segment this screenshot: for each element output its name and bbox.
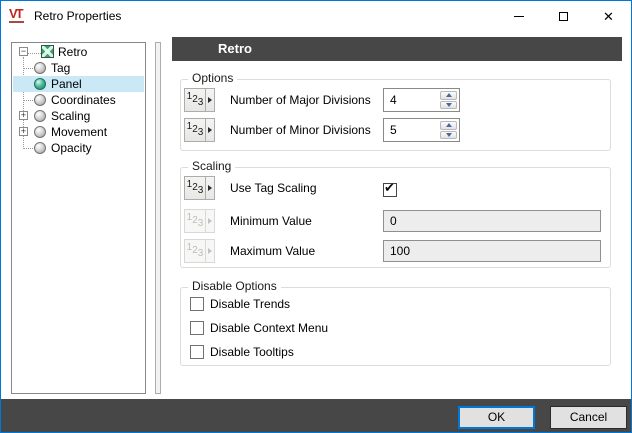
panel-header-band: Retro — [172, 37, 622, 61]
check-icon: ✔ — [384, 181, 395, 195]
tree-item-label: Retro — [58, 45, 87, 59]
minor-divisions-spinner[interactable]: 5 — [383, 118, 460, 142]
sphere-icon — [34, 142, 46, 154]
minimum-value-field: 0 — [383, 210, 601, 232]
numeric-123-icon: 123 — [185, 240, 205, 262]
ok-button[interactable]: OK — [458, 406, 535, 429]
major-divisions-label: Number of Major Divisions — [230, 88, 371, 112]
up-arrow-icon — [446, 123, 452, 127]
down-arrow-icon — [446, 103, 452, 107]
numeric-123-icon: 123 — [185, 210, 205, 232]
sphere-icon — [34, 110, 46, 122]
dropdown-arrow-icon — [205, 240, 214, 262]
close-button[interactable]: ✕ — [586, 1, 631, 31]
disable-context-menu-checkbox[interactable] — [190, 321, 204, 335]
panel-title: Retro — [172, 37, 622, 61]
sphere-icon — [34, 62, 46, 74]
numeric-123-icon: 123 — [185, 89, 205, 111]
spin-down-button[interactable] — [440, 131, 457, 140]
spin-up-button[interactable] — [440, 121, 457, 130]
disable-context-menu-label: Disable Context Menu — [210, 316, 328, 340]
tree-item-opacity[interactable]: Opacity — [13, 140, 144, 156]
tree-item-label: Coordinates — [51, 93, 116, 107]
retro-properties-dialog: VT Retro Properties ✕ − Retro Tag — [0, 0, 632, 433]
footer-bar: OK Cancel — [1, 399, 631, 432]
disable-options-group: Disable Options Disable Trends Disable C… — [180, 287, 611, 366]
options-group-label: Options — [188, 71, 237, 85]
property-tree: − Retro Tag Panel Coordinates + Scaling … — [11, 42, 146, 394]
tree-item-label: Movement — [51, 125, 107, 139]
spin-up-button[interactable] — [440, 91, 457, 100]
minimize-button[interactable] — [496, 1, 541, 31]
vt-logo-icon: VT — [9, 7, 24, 23]
numeric-123-icon: 123 — [185, 119, 205, 141]
tree-panel-splitter[interactable] — [155, 42, 161, 394]
disable-tooltips-checkbox[interactable] — [190, 345, 204, 359]
tree-item-coordinates[interactable]: Coordinates — [13, 92, 144, 108]
disable-options-group-label: Disable Options — [188, 279, 281, 293]
options-group: Options 123 Number of Major Divisions 4 … — [180, 79, 611, 151]
tree-item-label: Panel — [51, 77, 82, 91]
numeric-type-button[interactable]: 123 — [184, 88, 215, 112]
dropdown-arrow-icon — [205, 210, 214, 232]
sphere-icon — [34, 78, 46, 90]
maximum-value-field: 100 — [383, 240, 601, 262]
expand-icon[interactable]: + — [19, 127, 28, 136]
numeric-type-button-disabled: 123 — [184, 239, 215, 263]
major-divisions-spinner[interactable]: 4 — [383, 88, 460, 112]
numeric-type-button[interactable]: 123 — [184, 118, 215, 142]
use-tag-scaling-checkbox[interactable]: ✔ — [383, 183, 397, 197]
disable-tooltips-label: Disable Tooltips — [210, 340, 294, 364]
tree-item-scaling[interactable]: + Scaling — [13, 108, 144, 124]
panel-widget-icon — [41, 45, 54, 58]
up-arrow-icon — [446, 93, 452, 97]
dropdown-arrow-icon[interactable] — [205, 119, 214, 141]
disable-trends-checkbox[interactable] — [190, 297, 204, 311]
maximum-value-label: Maximum Value — [230, 239, 315, 263]
tree-item-label: Opacity — [51, 141, 92, 155]
disable-trends-label: Disable Trends — [210, 292, 290, 316]
scaling-group: Scaling 123 Use Tag Scaling ✔ 123 Minimu… — [180, 167, 611, 268]
dropdown-arrow-icon[interactable] — [205, 177, 214, 199]
tree-item-panel[interactable]: Panel — [13, 76, 144, 92]
numeric-123-icon: 123 — [185, 177, 205, 199]
tree-item-retro[interactable]: − Retro — [13, 44, 144, 60]
collapse-icon[interactable]: − — [19, 47, 28, 56]
minimize-icon — [514, 16, 524, 17]
maximize-button[interactable] — [541, 1, 586, 31]
sphere-icon — [34, 126, 46, 138]
down-arrow-icon — [446, 133, 452, 137]
tree-item-tag[interactable]: Tag — [13, 60, 144, 76]
scaling-group-label: Scaling — [188, 159, 235, 173]
dropdown-arrow-icon[interactable] — [205, 89, 214, 111]
titlebar[interactable]: VT Retro Properties ✕ — [1, 1, 631, 31]
minor-divisions-value[interactable]: 5 — [384, 119, 440, 141]
spin-down-button[interactable] — [440, 101, 457, 110]
cancel-button[interactable]: Cancel — [550, 406, 627, 429]
sphere-icon — [34, 94, 46, 106]
use-tag-scaling-label: Use Tag Scaling — [230, 176, 317, 200]
minor-divisions-label: Number of Minor Divisions — [230, 118, 371, 142]
close-icon: ✕ — [603, 10, 614, 23]
tree-item-label: Tag — [51, 61, 70, 75]
tree-item-label: Scaling — [51, 109, 90, 123]
minimum-value-label: Minimum Value — [230, 209, 312, 233]
numeric-type-button-disabled: 123 — [184, 209, 215, 233]
numeric-type-button[interactable]: 123 — [184, 176, 215, 200]
tree-item-movement[interactable]: + Movement — [13, 124, 144, 140]
major-divisions-value[interactable]: 4 — [384, 89, 440, 111]
expand-icon[interactable]: + — [19, 111, 28, 120]
maximize-icon — [559, 12, 568, 21]
window-title: Retro Properties — [34, 9, 121, 23]
